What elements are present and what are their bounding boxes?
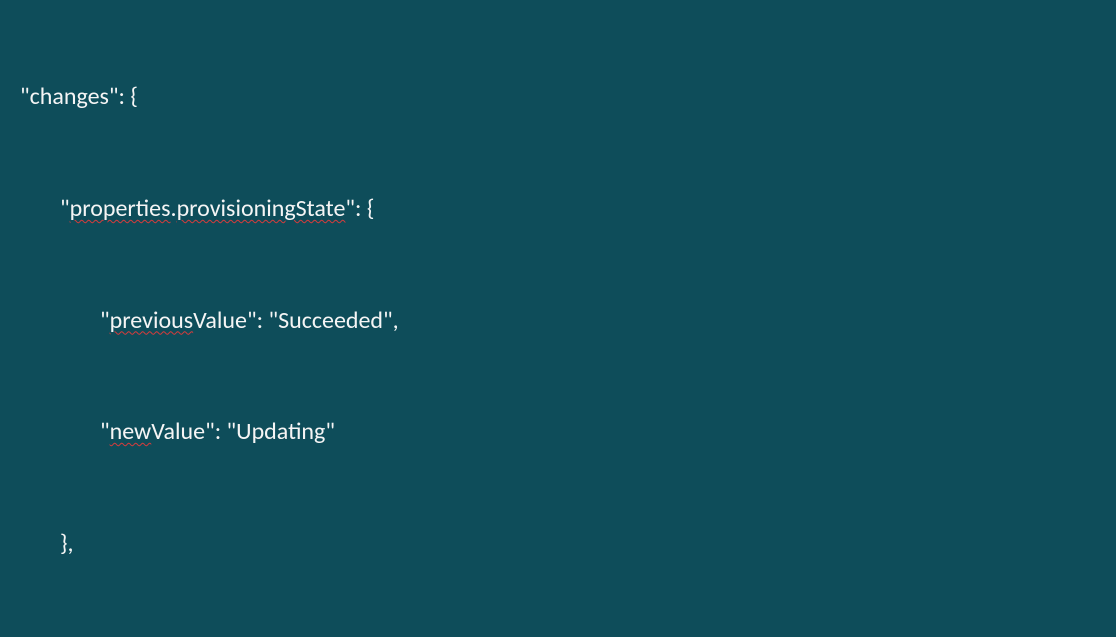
line-provstate-close: }, — [0, 525, 1116, 562]
line-changes-open: "changes": { — [0, 78, 1116, 115]
line-provstate-prev: "previousValue": "Succeeded", — [0, 302, 1116, 339]
json-change-log: "changes": { "properties.provisioningSta… — [0, 0, 1116, 637]
line-provstate-key: "properties.provisioningState": { — [0, 190, 1116, 227]
line-provstate-new: "newValue": "Updating" — [0, 413, 1116, 450]
